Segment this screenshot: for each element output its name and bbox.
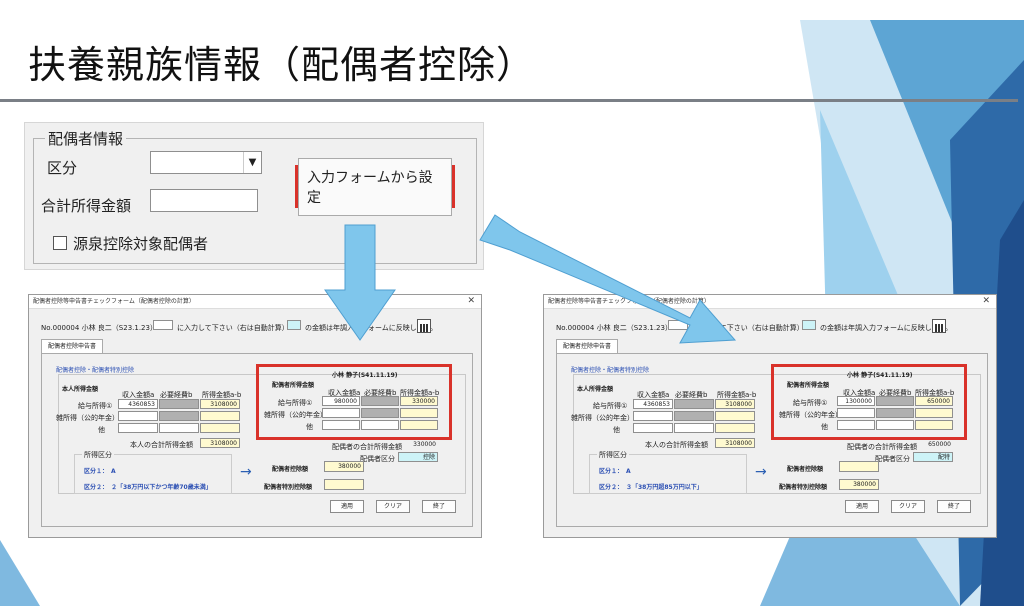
arrow-down-icon xyxy=(324,224,396,341)
pointer-arrows xyxy=(324,214,737,344)
arrow-diagonal-icon xyxy=(479,214,737,344)
